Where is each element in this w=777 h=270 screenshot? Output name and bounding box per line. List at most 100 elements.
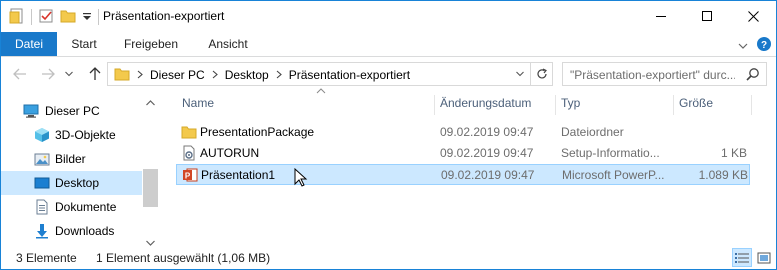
documents-icon (34, 199, 50, 215)
arrow-left-icon (13, 68, 26, 80)
table-row[interactable]: AUTORUN 09.02.2019 09:47 Setup-Informati… (176, 143, 750, 164)
file-date: 09.02.2019 09:47 (440, 146, 534, 160)
recent-locations-button[interactable] (63, 65, 75, 83)
close-icon (747, 10, 759, 22)
navigation-scrollbar[interactable] (142, 91, 159, 246)
sidebar-item-downloads[interactable]: Downloads (1, 219, 142, 243)
table-row[interactable]: PresentationPackage 09.02.2019 09:47 Dat… (176, 122, 750, 143)
sidebar-item-label: Dieser PC (45, 104, 100, 118)
sidebar-item-dieser-pc[interactable]: Dieser PC (1, 99, 142, 123)
mouse-cursor-icon (294, 168, 308, 187)
breadcrumb-separator-icon[interactable] (212, 68, 218, 82)
title-bar: Präsentation-exportiert (1, 1, 776, 32)
chevron-down-icon (65, 71, 73, 77)
svg-text:P: P (185, 172, 191, 181)
arrow-up-icon (89, 67, 101, 80)
tab-datei[interactable]: Datei (1, 32, 57, 56)
file-type: Microsoft PowerP... (562, 168, 665, 182)
details-view-button[interactable] (732, 248, 752, 267)
address-bar[interactable]: Dieser PC Desktop Präsentation-exportier… (107, 62, 553, 86)
help-icon: ? (757, 37, 771, 51)
sidebar-item-desktop[interactable]: Desktop (1, 171, 142, 195)
maximize-button[interactable] (684, 1, 730, 31)
chevron-down-icon (516, 71, 524, 77)
back-button[interactable] (11, 65, 29, 83)
scroll-up-icon[interactable] (146, 95, 155, 109)
expand-ribbon-button[interactable] (738, 39, 748, 53)
status-bar: 3 Elemente 1 Element ausgewählt (1,06 MB… (1, 246, 776, 269)
forward-button[interactable] (39, 65, 57, 83)
address-history-button[interactable] (512, 66, 528, 82)
pictures-icon (34, 151, 50, 167)
scrollbar-thumb[interactable] (143, 169, 158, 207)
sidebar-item-label: Bilder (55, 152, 86, 166)
help-button[interactable]: ? (756, 36, 772, 55)
search-button[interactable] (746, 67, 760, 84)
powerpoint-icon: P (182, 167, 198, 183)
minimize-button[interactable] (638, 1, 684, 31)
table-row[interactable]: P Präsentation1 09.02.2019 09:47 Microso… (176, 164, 750, 185)
sidebar-item-3d-objekte[interactable]: 3D-Objekte (1, 123, 142, 147)
refresh-icon (536, 68, 547, 79)
search-input[interactable]: "Präsentation-exportiert" durc... (570, 68, 735, 82)
tab-start[interactable]: Start (61, 32, 107, 56)
large-icons-view-button[interactable] (754, 248, 774, 267)
breadcrumb-separator-icon[interactable] (276, 68, 282, 82)
column-header-type[interactable]: Typ (555, 91, 673, 116)
file-size: 1.089 KB (698, 168, 748, 182)
search-icon (746, 68, 759, 81)
chevron-down-icon (738, 43, 748, 49)
new-folder-icon[interactable] (60, 8, 76, 27)
details-view-icon (735, 252, 749, 263)
close-button[interactable] (730, 1, 776, 31)
desktop-icon (34, 175, 50, 191)
folder-icon (114, 66, 130, 85)
breadcrumb: Dieser PC Desktop Präsentation-exportier… (114, 66, 410, 84)
up-button[interactable] (86, 65, 104, 83)
setup-info-icon (181, 145, 197, 161)
customize-toolbar-icon[interactable] (82, 8, 92, 27)
column-separator[interactable] (751, 95, 752, 115)
column-header-label: Name (182, 96, 215, 110)
folder-icon (181, 124, 197, 140)
file-name: Präsentation1 (201, 168, 276, 182)
ribbon-tabs: Datei Start Freigeben Ansicht ? (1, 32, 776, 57)
arrow-right-icon (42, 68, 55, 80)
file-date: 09.02.2019 09:47 (440, 125, 534, 139)
status-selection: 1 Element ausgewählt (1,06 MB) (96, 251, 271, 265)
file-name: PresentationPackage (200, 125, 315, 139)
sidebar-item-bilder[interactable]: Bilder (1, 147, 142, 171)
column-header-name[interactable]: Name (176, 88, 434, 116)
breadcrumb-item[interactable]: Desktop (225, 68, 269, 82)
downloads-icon (34, 223, 50, 239)
breadcrumb-separator-icon[interactable] (137, 68, 143, 82)
3d-objects-icon (34, 127, 50, 143)
ribbon-right-controls: ? (738, 36, 772, 55)
sort-ascending-icon (316, 88, 326, 94)
quick-access-toolbar (9, 7, 99, 27)
sidebar-item-label: Downloads (55, 224, 115, 238)
toolbar-separator (98, 9, 99, 25)
refresh-button[interactable] (530, 62, 552, 86)
window-app-icon[interactable] (9, 8, 25, 27)
file-size: 1 KB (720, 146, 747, 160)
tab-freigeben[interactable]: Freigeben (112, 32, 190, 56)
window-title: Präsentation-exportiert (103, 9, 225, 23)
file-name: AUTORUN (200, 146, 260, 160)
column-header-size[interactable]: Größe (673, 91, 751, 116)
toolbar-separator (31, 9, 32, 25)
sidebar-item-dokumente[interactable]: Dokumente (1, 195, 142, 219)
properties-icon[interactable] (38, 8, 54, 27)
file-type: Dateiordner (561, 125, 624, 139)
search-box[interactable]: "Präsentation-exportiert" durc... (562, 62, 767, 86)
address-row: Dieser PC Desktop Präsentation-exportier… (1, 57, 776, 91)
minimize-icon (656, 16, 666, 17)
breadcrumb-item[interactable]: Präsentation-exportiert (289, 68, 410, 82)
status-item-count: 3 Elemente (16, 251, 77, 265)
column-header-date[interactable]: Änderungsdatum (434, 91, 555, 116)
file-list: Name Änderungsdatum Typ Größe Presentati… (159, 88, 776, 246)
svg-text:?: ? (761, 40, 767, 51)
tab-ansicht[interactable]: Ansicht (194, 32, 262, 56)
breadcrumb-item[interactable]: Dieser PC (150, 68, 205, 82)
file-type: Setup-Informatio... (561, 146, 660, 160)
